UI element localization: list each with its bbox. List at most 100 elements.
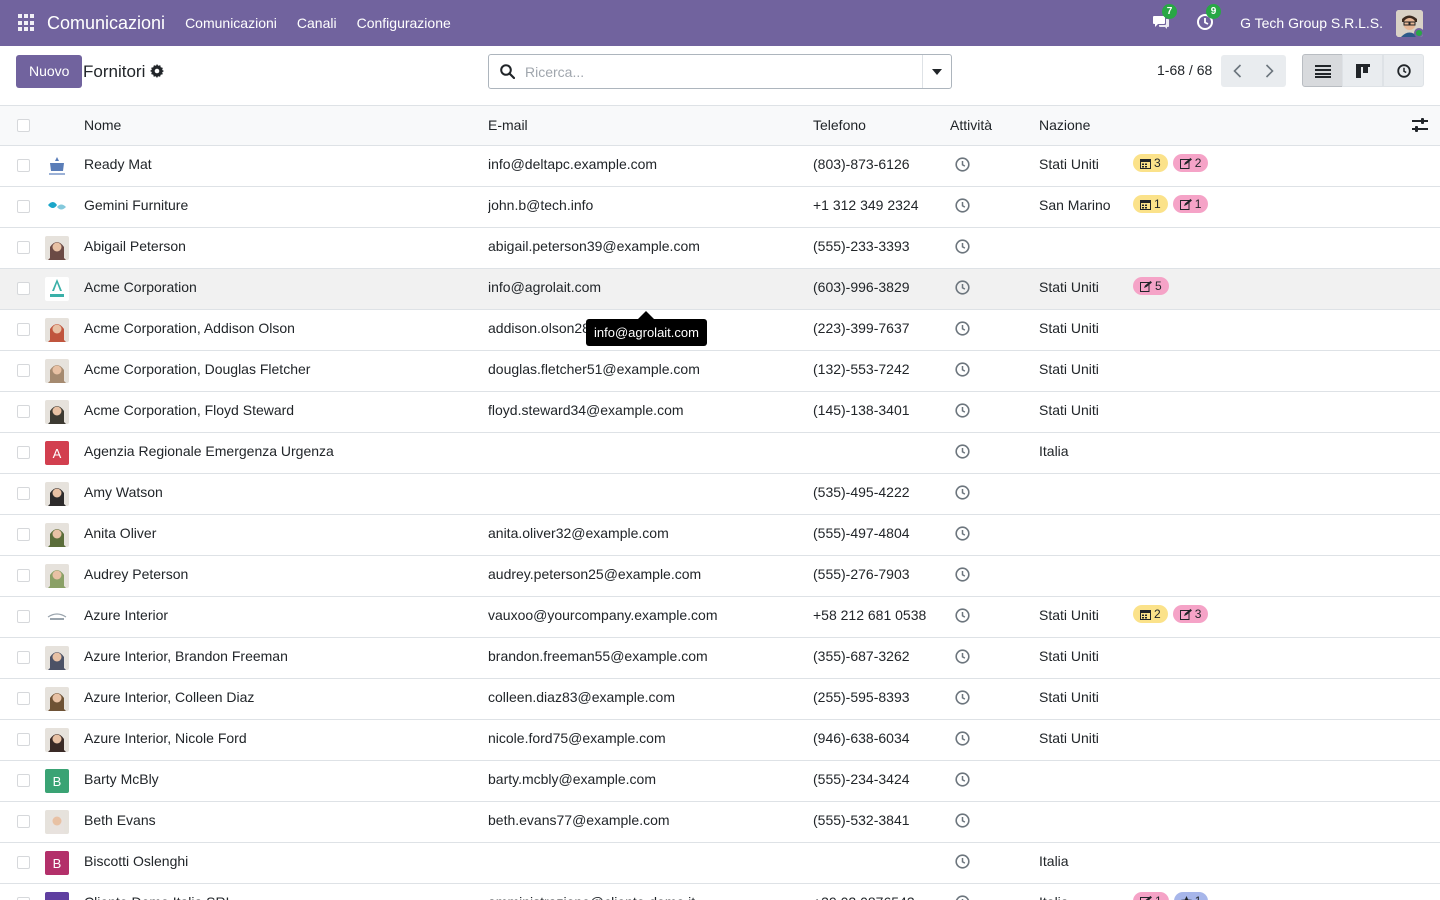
table-row[interactable]: Acme Corporation, Douglas Fletcher dougla… [0,351,1440,392]
phone-cell[interactable]: (555)-532-3841 [813,802,941,839]
email-cell[interactable]: audrey.peterson25@example.com [488,556,803,593]
activity-clock-icon[interactable] [955,403,970,418]
column-header-email[interactable]: E-mail [488,106,528,145]
activity-clock-icon[interactable] [955,567,970,582]
todo-tag[interactable]: 2 [1172,154,1209,172]
table-row[interactable]: Azure Interior, Colleen Diaz colleen.diaz… [0,679,1440,720]
menu-item-configurazione[interactable]: Configurazione [347,0,461,46]
messages-icon[interactable]: 7 [1152,4,1178,33]
table-row[interactable]: Acme Corporation, Addison Olsonaddison.o… [0,310,1440,351]
phone-cell[interactable]: (555)-233-3393 [813,228,941,265]
table-row[interactable]: Amy Watson (535)-495-4222 [0,474,1440,515]
row-checkbox[interactable] [17,487,30,500]
row-checkbox[interactable] [17,856,30,869]
table-row[interactable]: Azure Interior, Nicole Ford nicole.ford75… [0,720,1440,761]
search-input[interactable] [525,63,922,80]
phone-cell[interactable]: (803)-873-6126 [813,146,941,183]
calendar-tag[interactable]: 1 [1133,195,1168,213]
table-row[interactable]: C Cliente Demo Italia SRL amministrazione@… [0,884,1440,900]
email-cell[interactable]: nicole.ford75@example.com [488,720,803,757]
column-header-name[interactable]: Nome [84,106,121,145]
activity-clock-icon[interactable] [955,485,970,500]
activity-clock-icon[interactable] [955,895,970,900]
phone-cell[interactable]: (946)-638-6034 [813,720,941,757]
phone-cell[interactable]: (355)-687-3262 [813,638,941,675]
table-row[interactable]: Azure Interior vauxoo@yourcompany.example… [0,597,1440,638]
row-checkbox[interactable] [17,733,30,746]
table-row[interactable]: Azure Interior, Brandon Freeman brandon.f… [0,638,1440,679]
email-cell[interactable]: brandon.freeman55@example.com [488,638,803,675]
activity-clock-icon[interactable] [955,444,970,459]
phone-cell[interactable]: (555)-234-3424 [813,761,941,798]
row-checkbox[interactable] [17,405,30,418]
new-button[interactable]: Nuovo [16,55,83,88]
user-avatar[interactable] [1396,9,1423,37]
row-checkbox[interactable] [17,651,30,664]
menu-item-canali[interactable]: Canali [287,0,347,46]
phone-cell[interactable]: (132)-553-7242 [813,351,941,388]
todo-tag[interactable]: 1 [1172,195,1209,213]
email-cell[interactable]: vauxoo@yourcompany.example.com [488,597,803,634]
kanban-view-button[interactable] [1342,54,1383,87]
table-row[interactable]: Anita Oliver anita.oliver32@example.com (5… [0,515,1440,556]
phone-cell[interactable]: (223)-399-7637 [813,310,941,347]
row-checkbox[interactable] [17,774,30,787]
pager-next-button[interactable] [1253,55,1286,87]
list-view-button[interactable] [1302,54,1343,87]
row-checkbox[interactable] [17,610,30,623]
row-checkbox[interactable] [17,815,30,828]
activity-clock-icon[interactable] [955,772,970,787]
row-checkbox[interactable] [17,200,30,213]
search-options-toggle[interactable] [922,55,951,88]
gear-icon[interactable] [150,64,164,78]
row-checkbox[interactable] [17,569,30,582]
activity-clock-icon[interactable] [955,526,970,541]
phone-cell[interactable]: (145)-138-3401 [813,392,941,429]
column-header-phone[interactable]: Telefono [813,106,866,145]
calendar-tag[interactable]: 2 [1133,605,1168,623]
table-row[interactable]: Gemini Furniture john.b@tech.info +1 312 3… [0,187,1440,228]
email-cell[interactable]: amministrazione@cliente-demo.it [488,884,803,900]
email-cell[interactable]: info@deltapc.example.com [488,146,803,183]
pager-previous-button[interactable] [1221,55,1254,87]
calendar-tag[interactable]: 3 [1133,154,1168,172]
row-checkbox[interactable] [17,364,30,377]
activity-clock-icon[interactable] [955,362,970,377]
email-cell[interactable]: anita.oliver32@example.com [488,515,803,552]
todo-tag[interactable]: 5 [1133,277,1169,295]
star-tag[interactable]: 1 [1173,892,1209,900]
table-row[interactable]: B Barty McBly barty.mcbly@example.com (555)… [0,761,1440,802]
row-checkbox[interactable] [17,159,30,172]
activity-clock-icon[interactable] [955,813,970,828]
phone-cell[interactable]: (535)-495-4222 [813,474,941,511]
select-all-checkbox[interactable] [17,119,30,132]
column-header-activity[interactable]: Attività [950,106,992,145]
activity-clock-icon[interactable] [955,280,970,295]
table-row[interactable]: Abigail Peterson abigail.peterson39@examp… [0,228,1440,269]
phone-cell[interactable]: (255)-595-8393 [813,679,941,716]
app-menu-icon[interactable] [18,14,36,32]
table-row[interactable]: Ready Mat info@deltapc.example.com (803)-8… [0,146,1440,187]
email-cell[interactable]: barty.mcbly@example.com [488,761,803,798]
email-cell[interactable]: douglas.fletcher51@example.com [488,351,803,388]
table-row[interactable]: Acme Corporation info@agrolait.com (603)-9… [0,269,1440,310]
activity-clock-icon[interactable] [955,157,970,172]
phone-cell[interactable]: (603)-996-3829 [813,269,941,306]
activity-clock-icon[interactable] [955,608,970,623]
todo-tag[interactable]: 3 [1172,605,1209,623]
email-cell[interactable]: beth.evans77@example.com [488,802,803,839]
activity-clock-icon[interactable] [955,321,970,336]
table-row[interactable]: B Biscotti Oslenghi Italia [0,843,1440,884]
table-row[interactable]: A Agenzia Regionale Emergenza Urgenza Ital… [0,433,1440,474]
activity-clock-icon[interactable] [955,731,970,746]
phone-cell[interactable]: (555)-497-4804 [813,515,941,552]
email-cell[interactable]: floyd.steward34@example.com [488,392,803,429]
table-row[interactable]: Audrey Peterson audrey.peterson25@example… [0,556,1440,597]
phone-cell[interactable]: +58 212 681 0538 [813,597,941,634]
column-header-country[interactable]: Nazione [1039,106,1090,145]
activity-clock-icon[interactable] [955,854,970,869]
optional-columns-icon[interactable] [1412,118,1428,134]
phone-cell[interactable]: +1 312 349 2324 [813,187,941,224]
email-cell[interactable]: abigail.peterson39@example.com [488,228,803,265]
email-cell[interactable]: john.b@tech.info [488,187,803,224]
